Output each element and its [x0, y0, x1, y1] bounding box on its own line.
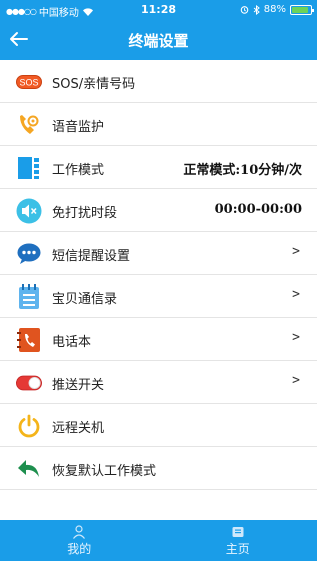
svg-text:SOS: SOS: [19, 78, 38, 88]
dnd-time-value: 00:00-00:00: [214, 202, 302, 217]
setting-phonebook[interactable]: 电话本 >: [0, 318, 317, 361]
setting-label: 语音监护: [52, 120, 105, 135]
chevron-right-icon: >: [292, 373, 300, 388]
tab-home[interactable]: 主页: [159, 520, 318, 561]
setting-label: 恢复默认工作模式: [52, 464, 157, 479]
setting-do-not-disturb[interactable]: 免打扰时段 00:00-00:00: [0, 189, 317, 232]
tab-bar: 我的 主页: [0, 520, 317, 561]
nav-bar: 终端设置: [0, 20, 317, 60]
phonebook-icon: [16, 327, 42, 353]
power-icon: [16, 413, 42, 439]
person-icon: [73, 524, 86, 539]
status-bar: ●●●○○ 中国移动 11:28 88%: [0, 0, 317, 20]
work-mode-value: 正常模式:10分钟/次: [183, 163, 302, 178]
mute-icon: [16, 198, 42, 224]
page-title: 终端设置: [128, 32, 189, 50]
setting-label: 推送开关: [52, 378, 105, 393]
alarm-icon: [240, 6, 249, 14]
setting-label: 短信提醒设置: [52, 249, 131, 264]
setting-contacts[interactable]: 宝贝通信录 >: [0, 275, 317, 318]
tab-mine[interactable]: 我的: [0, 520, 159, 561]
sos-icon: SOS: [16, 69, 42, 95]
setting-label: 电话本: [52, 335, 92, 350]
setting-sos[interactable]: SOS SOS/亲情号码: [0, 60, 317, 103]
tab-home-label: 主页: [225, 541, 250, 556]
tab-mine-label: 我的: [67, 541, 92, 556]
battery-percent: 88%: [263, 4, 286, 15]
setting-label: 远程关机: [52, 421, 105, 436]
setting-remote-shutdown[interactable]: 远程关机: [0, 404, 317, 447]
chevron-right-icon: >: [292, 287, 300, 302]
setting-label: 工作模式: [52, 163, 105, 178]
status-right: 88%: [240, 4, 314, 15]
voice-monitor-icon: [16, 112, 42, 138]
settings-list: SOS SOS/亲情号码 语音监护 工作模式 正常模式:10分钟/次 免打扰时段…: [0, 60, 317, 490]
bluetooth-icon: [253, 4, 260, 15]
setting-voice-monitor[interactable]: 语音监护: [0, 103, 317, 146]
home-icon: [232, 526, 244, 537]
setting-label: SOS/亲情号码: [52, 77, 136, 92]
chevron-right-icon: >: [292, 330, 300, 345]
contacts-icon: [16, 284, 42, 310]
sms-icon: [16, 241, 42, 267]
battery-icon: [290, 4, 314, 15]
setting-restore-default[interactable]: 恢复默认工作模式: [0, 447, 317, 490]
setting-work-mode[interactable]: 工作模式 正常模式:10分钟/次: [0, 146, 317, 189]
setting-push-toggle[interactable]: 推送开关 >: [0, 361, 317, 404]
setting-sms-reminder[interactable]: 短信提醒设置 >: [0, 232, 317, 275]
toggle-icon: [16, 370, 42, 396]
setting-label: 免打扰时段: [52, 206, 118, 221]
chevron-right-icon: >: [292, 244, 300, 259]
setting-label: 宝贝通信录: [52, 292, 118, 307]
work-mode-icon: [16, 155, 42, 181]
restore-icon: [16, 456, 42, 482]
